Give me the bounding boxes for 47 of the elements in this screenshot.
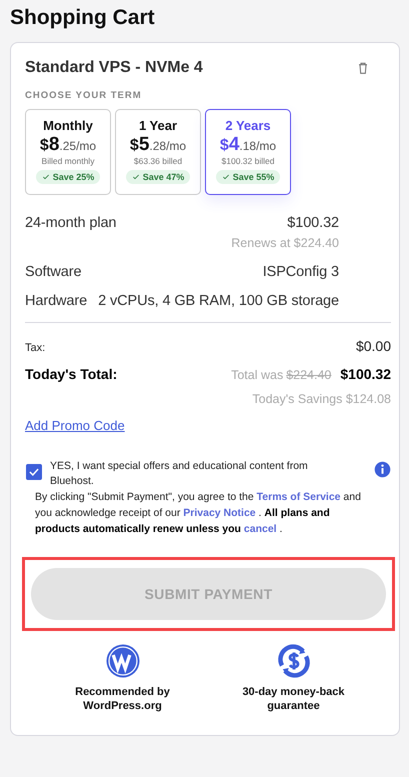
term-name: 1 Year	[138, 118, 178, 133]
detail-value: $100.32	[287, 215, 339, 231]
term-price: $4.18/mo	[220, 134, 276, 156]
savings-badge: Save 47%	[126, 170, 190, 184]
terms-link[interactable]: cancel	[244, 523, 277, 535]
promo-code-link[interactable]: Add Promo Code	[25, 418, 125, 433]
term-option[interactable]: Monthly $8.25/mo Billed monthly Save 25%	[25, 109, 111, 195]
product-name: Standard VPS - NVMe 4	[25, 59, 203, 77]
total-label: Today's Total:	[25, 366, 118, 382]
renewal-note: Renews at $224.40	[230, 236, 339, 250]
billed-text: $63.36 billed	[134, 156, 182, 166]
detail-label: 24-month plan	[25, 215, 116, 231]
term-price: $5.28/mo	[130, 134, 186, 156]
detail-value: 2 vCPUs, 4 GB RAM, 100 GB storage	[98, 293, 339, 309]
badge-text: Recommended by WordPress.org	[74, 685, 171, 713]
terms-text: By clicking "Submit Payment", you agree to the Terms of Service and you acknowledge receipt of our Privacy Notice . All plans and products automatically renew unless you cancel .	[35, 490, 362, 537]
previous-total-label: Total was	[231, 368, 284, 382]
dollar-refresh-icon	[276, 643, 312, 679]
detail-label: Software	[25, 264, 82, 280]
badge-text: 30-day money-back guarantee	[241, 685, 346, 713]
previous-total: $224.40	[286, 368, 332, 382]
term-name: Monthly	[43, 118, 93, 133]
tax-value: $0.00	[356, 338, 391, 354]
terms-link[interactable]: Terms of Service	[256, 491, 341, 503]
billed-text: Billed monthly	[42, 156, 94, 166]
total-value: $100.32	[340, 366, 391, 382]
term-price: $8.25/mo	[40, 134, 96, 156]
offers-text: YES, I want special offers and educational content from Bluehost.	[50, 459, 309, 489]
term-option[interactable]: 2 Years $4.18/mo $100.32 billed Save 55%	[205, 109, 291, 195]
check-icon	[222, 173, 230, 181]
page-title: Shopping Cart	[10, 6, 156, 30]
check-icon	[42, 173, 50, 181]
section-label: CHOOSE YOUR TERM	[25, 90, 143, 101]
billed-text: $100.32 billed	[222, 156, 274, 166]
logo-icon	[104, 643, 140, 679]
offers-checkbox[interactable]	[26, 464, 42, 480]
term-option[interactable]: 1 Year $5.28/mo $63.36 billed Save 47%	[115, 109, 201, 195]
tax-label: Tax:	[25, 342, 46, 354]
savings-text: Today's Savings $124.08	[251, 392, 391, 406]
terms-link[interactable]: Privacy Notice	[183, 507, 256, 519]
detail-value: ISPConfig 3	[262, 264, 339, 280]
term-name: 2 Years	[225, 118, 271, 133]
check-icon	[132, 173, 140, 181]
savings-badge: Save 55%	[216, 170, 280, 184]
info-icon	[374, 461, 391, 478]
savings-badge: Save 25%	[36, 170, 100, 184]
detail-label: Hardware	[25, 293, 88, 309]
